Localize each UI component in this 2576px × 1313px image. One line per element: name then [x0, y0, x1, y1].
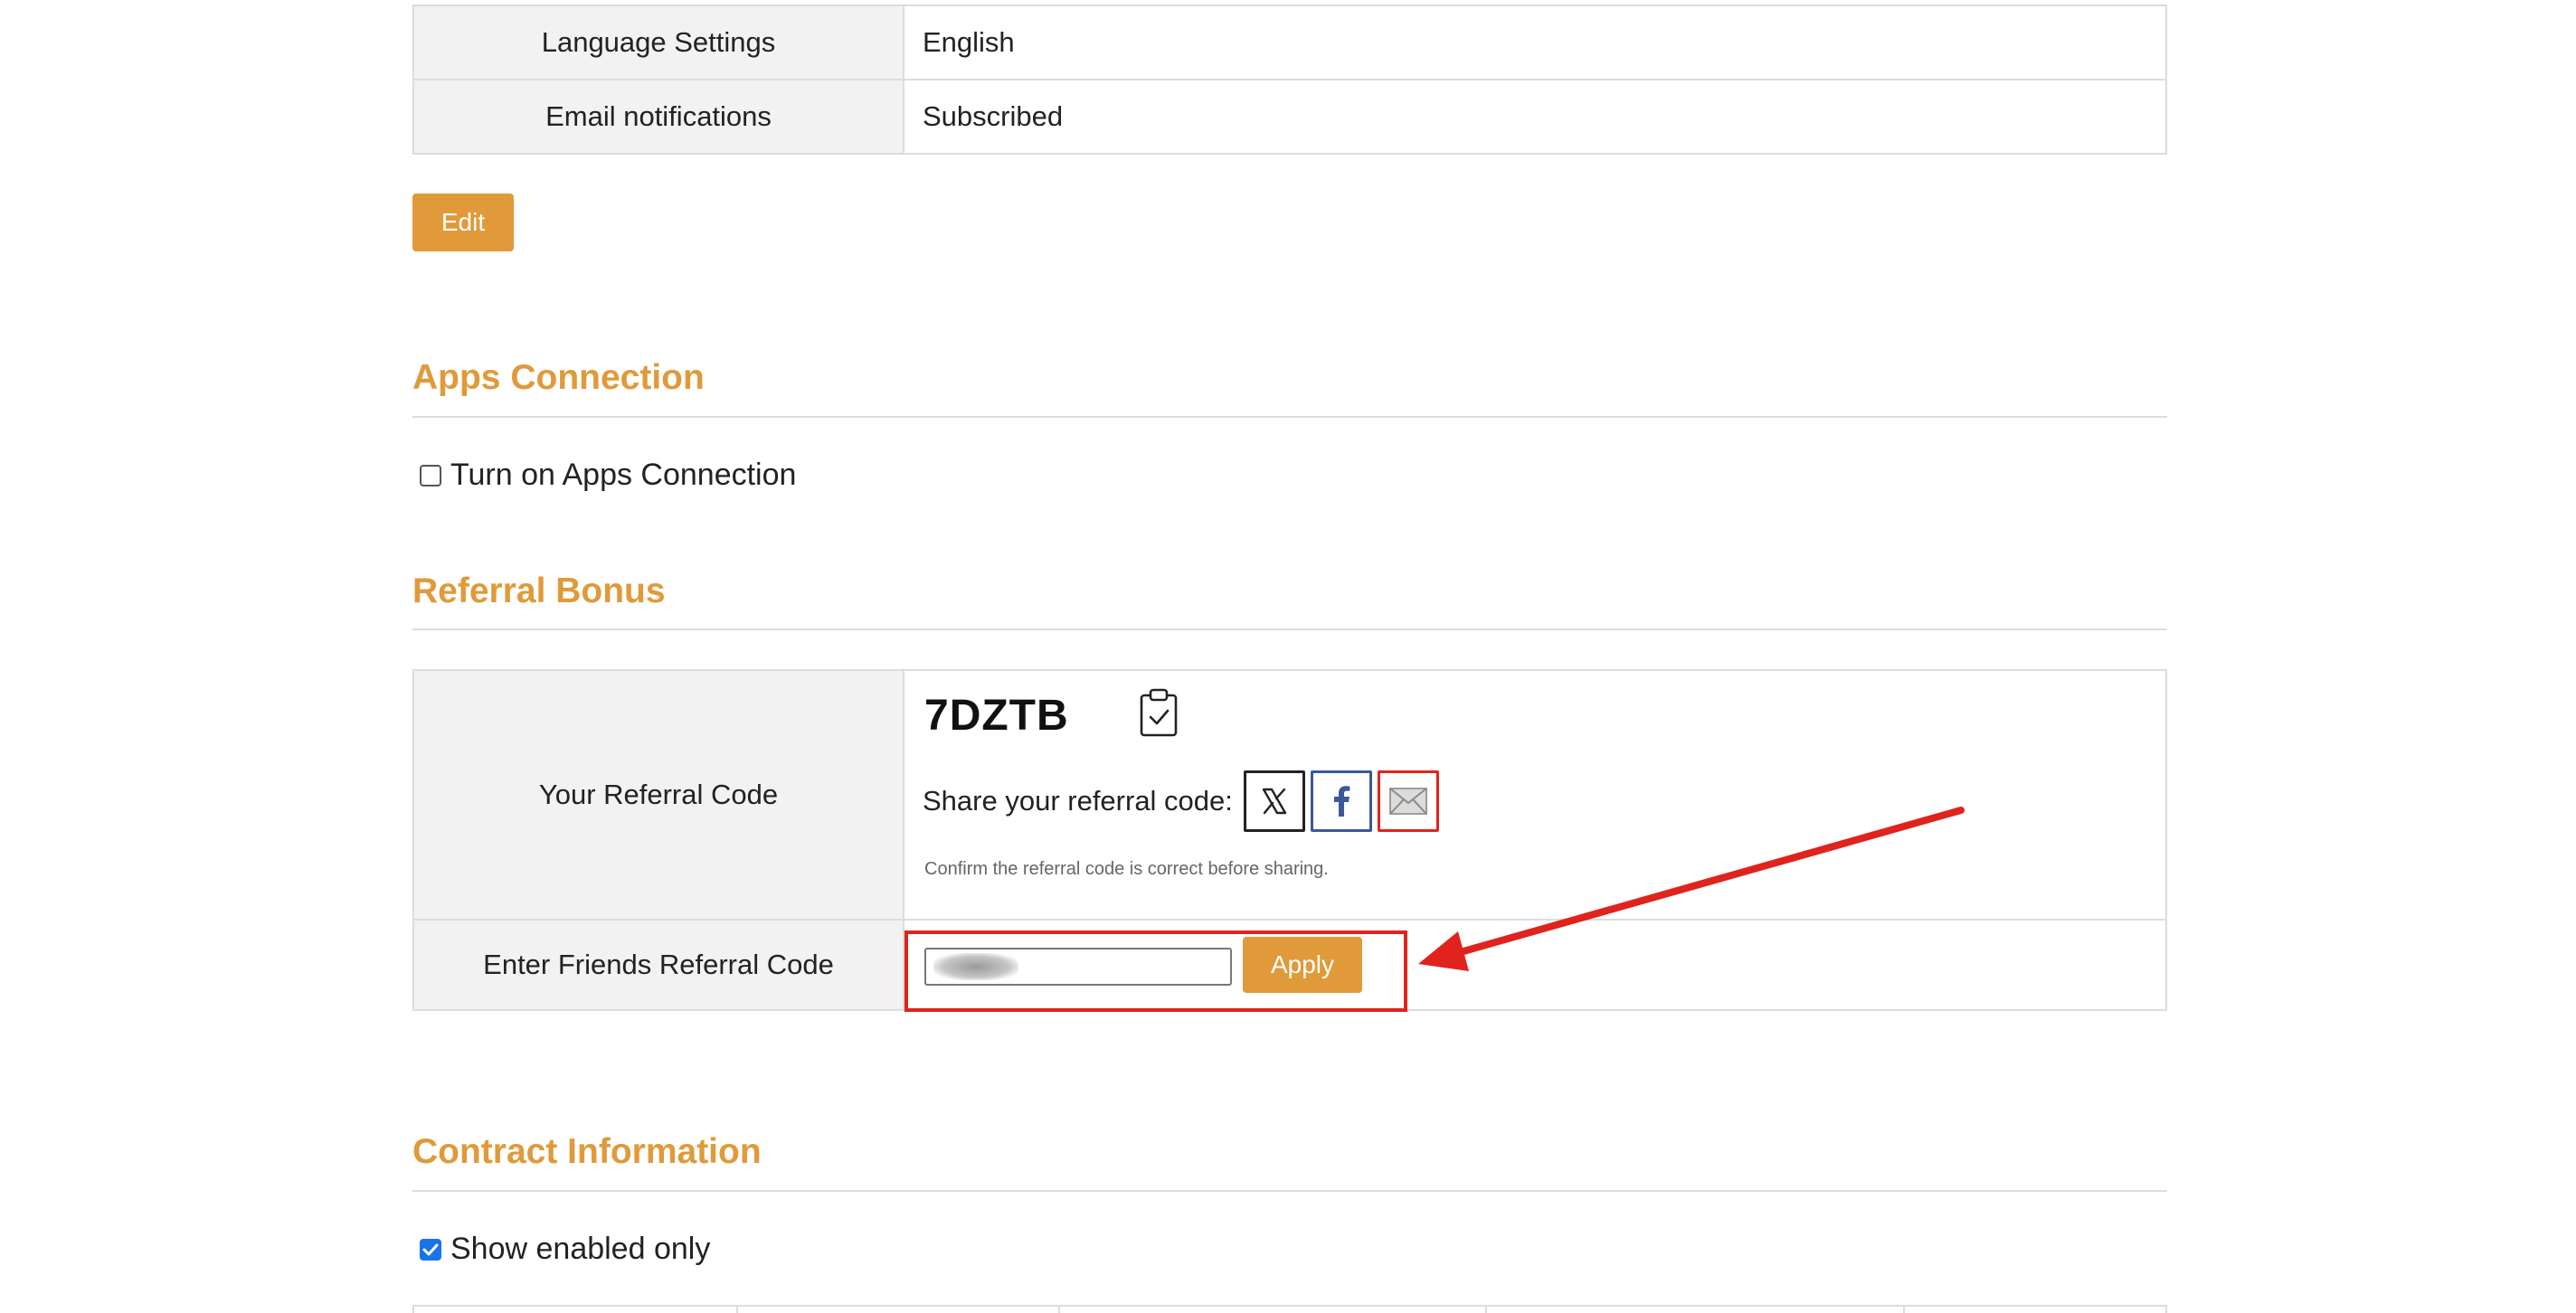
- apps-connection-heading: Apps Connection: [412, 358, 705, 397]
- annotation-arrow: [1418, 807, 1965, 971]
- share-label: Share your referral code:: [923, 785, 1233, 817]
- facebook-logo-icon: [1333, 786, 1350, 817]
- envelope-icon: [1388, 788, 1427, 815]
- x-share-button[interactable]: [1243, 770, 1305, 832]
- apps-connection-checkbox[interactable]: [420, 464, 441, 486]
- language-value: English: [923, 26, 1015, 58]
- row-label: Email notifications: [414, 80, 904, 153]
- show-enabled-toggle[interactable]: Show enabled only: [420, 1232, 710, 1267]
- referral-code-cell: 7DZTB Share your referral code: Confirm …: [904, 671, 2165, 919]
- referral-code: 7DZTB: [924, 692, 1069, 740]
- section-divider: [412, 416, 2167, 418]
- table-row: Language Settings English: [414, 5, 2165, 79]
- column-divider: [1485, 1307, 1487, 1313]
- section-divider: [412, 628, 2167, 630]
- email-share-button[interactable]: [1377, 770, 1439, 832]
- section-divider: [412, 1190, 2167, 1192]
- show-enabled-label: Show enabled only: [450, 1232, 711, 1266]
- referral-note: Confirm the referral code is correct bef…: [924, 859, 1329, 879]
- account-page: Language Settings English Email notifica…: [0, 0, 2576, 1313]
- checkmark-icon: [422, 1243, 439, 1255]
- email-notifications-value: Subscribed: [923, 100, 1064, 132]
- facebook-share-button[interactable]: [1310, 770, 1372, 832]
- row-label: Language Settings: [414, 6, 904, 79]
- account-settings-table: Language Settings English Email notifica…: [412, 5, 2167, 155]
- x-logo-icon: [1262, 788, 1287, 815]
- table-row: Email notifications Subscribed: [414, 79, 2165, 153]
- enter-friends-code-label: Enter Friends Referral Code: [414, 921, 904, 1009]
- show-enabled-checkbox[interactable]: [420, 1238, 441, 1261]
- column-divider: [412, 1307, 414, 1313]
- column-divider: [2165, 1307, 2167, 1313]
- column-divider: [736, 1307, 738, 1313]
- clipboard-copy-icon[interactable]: [1138, 687, 1179, 738]
- apps-connection-toggle[interactable]: Turn on Apps Connection: [420, 458, 796, 493]
- apps-connection-label: Turn on Apps Connection: [450, 458, 797, 492]
- your-referral-code-label: Your Referral Code: [414, 671, 904, 919]
- annotation-highlight-box: [904, 930, 1407, 1012]
- edit-button[interactable]: Edit: [412, 194, 514, 251]
- column-divider: [1903, 1307, 1905, 1313]
- contract-table: [412, 1305, 2167, 1313]
- referral-bonus-heading: Referral Bonus: [412, 571, 666, 610]
- contract-information-heading: Contract Information: [412, 1132, 762, 1171]
- table-row: Your Referral Code 7DZTB Share your refe…: [414, 671, 2165, 919]
- share-referral-row: Share your referral code:: [923, 770, 1439, 832]
- column-divider: [1058, 1307, 1060, 1313]
